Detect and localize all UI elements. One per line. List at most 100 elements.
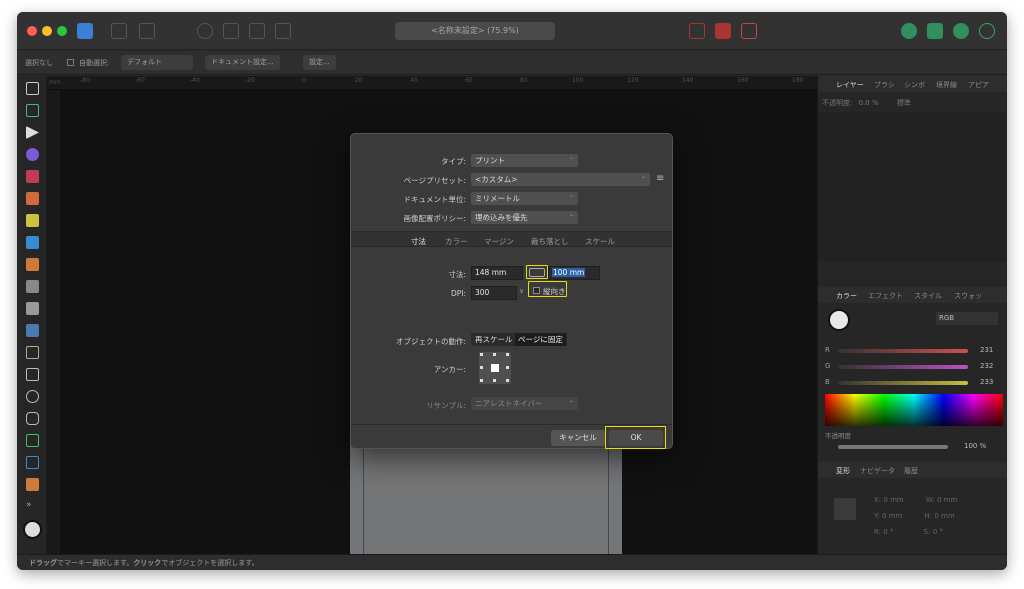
place-image-icon[interactable] (26, 324, 39, 337)
resample-select[interactable]: ニアレストネイバー ⌃ (471, 397, 578, 410)
blend-mode-select[interactable]: 標準 (897, 99, 911, 107)
snapping-options-icon[interactable] (275, 23, 291, 39)
document-setup-button[interactable]: ドキュメント設定... (205, 55, 280, 70)
h-field[interactable]: 0 mm (934, 512, 954, 520)
color-mode-select[interactable]: RGB (936, 312, 998, 325)
tab-appearance[interactable]: アピア (968, 80, 989, 90)
dpi-field[interactable]: 300 (471, 286, 517, 300)
eyedropper-tool-icon[interactable] (26, 478, 39, 491)
preset-menu-icon[interactable]: ≡ (656, 173, 664, 184)
fill-tool-icon[interactable] (26, 236, 39, 249)
tab-layers[interactable]: レイヤー (836, 80, 864, 90)
w-field[interactable]: 0 mm (937, 496, 957, 504)
minimize-window-button[interactable] (42, 26, 52, 36)
tab-effects[interactable]: エフェクト (868, 291, 903, 301)
node-tool-icon[interactable] (26, 126, 39, 139)
preset-select[interactable]: <カスタム> ⌃ (471, 173, 650, 186)
opacity-value[interactable]: 0.0 % (859, 99, 879, 107)
context-toolbar: 選択なし 自動選択: デフォルト ドキュメント設定... 設定... (17, 51, 1007, 75)
preferences-button[interactable]: 設定... (303, 55, 336, 70)
fill-color-well[interactable] (23, 520, 42, 539)
anchor-selector[interactable] (479, 352, 511, 384)
channel-g-value[interactable]: 232 (980, 362, 993, 370)
anchor-corner-dot (506, 366, 509, 369)
channel-b-slider[interactable] (838, 381, 968, 385)
grid-toggle-icon[interactable] (715, 23, 731, 39)
opacity-slider-value[interactable]: 100 % (964, 442, 986, 450)
shape-tool-icon[interactable] (26, 434, 39, 447)
dpi-dropdown-icon[interactable]: ∨ (519, 287, 524, 295)
status-drag-desc: でマーキー選択します。 (57, 559, 134, 567)
preset-label: ページプリセット: (403, 176, 466, 185)
pen-tool-icon[interactable] (26, 170, 39, 183)
tab-brushes[interactable]: ブラシ (874, 80, 895, 90)
assistant-icon[interactable] (901, 23, 917, 39)
tab-scale[interactable]: スケール (585, 236, 615, 247)
close-window-button[interactable] (27, 26, 37, 36)
more-tools-icon[interactable]: » (26, 500, 39, 513)
ungroup-icon[interactable] (689, 23, 705, 39)
arrange-icon[interactable] (927, 23, 943, 39)
export-persona-icon[interactable] (139, 23, 155, 39)
units-select[interactable]: ミリメートル ⌃ (471, 192, 578, 205)
app-persona-icon[interactable] (77, 23, 93, 39)
tab-color[interactable]: カラー (445, 236, 468, 247)
color-wells[interactable] (828, 309, 850, 331)
zoom-window-button[interactable] (57, 26, 67, 36)
gradient-tool-icon[interactable] (26, 280, 39, 293)
color-picker-icon[interactable] (953, 23, 969, 39)
channel-r-value[interactable]: 231 (980, 346, 993, 354)
shear-field[interactable]: 0 ° (933, 528, 943, 536)
settings-gear-icon[interactable] (197, 23, 213, 39)
type-select[interactable]: プリント ⌃ (471, 154, 578, 167)
y-field[interactable]: 0 mm (882, 512, 902, 520)
auto-select-checkbox[interactable] (67, 59, 74, 66)
size-label: 寸法: (448, 270, 466, 279)
artboard-tool-icon[interactable] (26, 104, 39, 117)
channel-g-slider[interactable] (838, 365, 968, 369)
height-field[interactable]: 100 mm (548, 266, 600, 280)
rectangle-tool-icon[interactable] (26, 368, 39, 381)
tab-navigator[interactable]: ナビゲータ (860, 466, 895, 476)
pencil-tool-icon[interactable] (26, 192, 39, 205)
corner-tool-icon[interactable] (26, 148, 39, 161)
anchor-corner-dot (506, 353, 509, 356)
tab-color[interactable]: カラー (836, 291, 857, 301)
vector-brush-icon[interactable] (26, 214, 39, 227)
user-icon[interactable] (979, 23, 995, 39)
tab-dimensions[interactable]: 寸法 (411, 236, 426, 247)
auto-select-dropdown[interactable]: デフォルト (121, 55, 193, 70)
tab-styles[interactable]: スタイル (914, 291, 942, 301)
rescale-option[interactable]: 再スケール (472, 333, 516, 346)
x-field[interactable]: 0 mm (883, 496, 903, 504)
grid-persona-icon[interactable] (111, 23, 127, 39)
tab-transform[interactable]: 変形 (836, 466, 850, 476)
cancel-button[interactable]: キャンセル (551, 430, 605, 446)
channel-r-slider[interactable] (838, 349, 968, 353)
transparency-tool-icon[interactable] (26, 302, 39, 315)
tab-stroke[interactable]: 境界線 (936, 80, 957, 90)
tab-swatches[interactable]: スウォッ (954, 291, 982, 301)
width-field[interactable]: 148 mm (471, 266, 523, 280)
tab-margins[interactable]: マージン (484, 236, 514, 247)
tab-history[interactable]: 履歴 (904, 466, 918, 476)
document-title-tab[interactable]: <名称未設定> (75.9%) (395, 22, 555, 40)
color-picker-tool-icon[interactable] (26, 258, 39, 271)
color-mode-value: RGB (939, 314, 955, 322)
placement-select[interactable]: 埋め込みを優先 ⌃ (471, 211, 578, 224)
anchor-to-page-option[interactable]: ページに固定 (515, 333, 566, 346)
transform-icon[interactable] (223, 23, 239, 39)
anchor-selector[interactable] (834, 498, 856, 520)
opacity-slider[interactable] (838, 445, 948, 449)
tab-bleed[interactable]: 裁ち落とし (531, 236, 569, 247)
rotation-field[interactable]: 0 ° (883, 528, 893, 536)
channel-b-value[interactable]: 233 (980, 378, 993, 386)
rounded-rect-tool-icon[interactable] (26, 412, 39, 425)
move-tool-icon[interactable] (26, 82, 39, 95)
boolean-ops-icon[interactable] (741, 23, 757, 39)
tab-symbols[interactable]: シンボ (904, 80, 925, 90)
crop-tool-icon[interactable] (26, 346, 39, 359)
artistic-text-tool-icon[interactable] (26, 456, 39, 469)
snapping-icon[interactable] (249, 23, 265, 39)
ellipse-tool-icon[interactable] (26, 390, 39, 403)
